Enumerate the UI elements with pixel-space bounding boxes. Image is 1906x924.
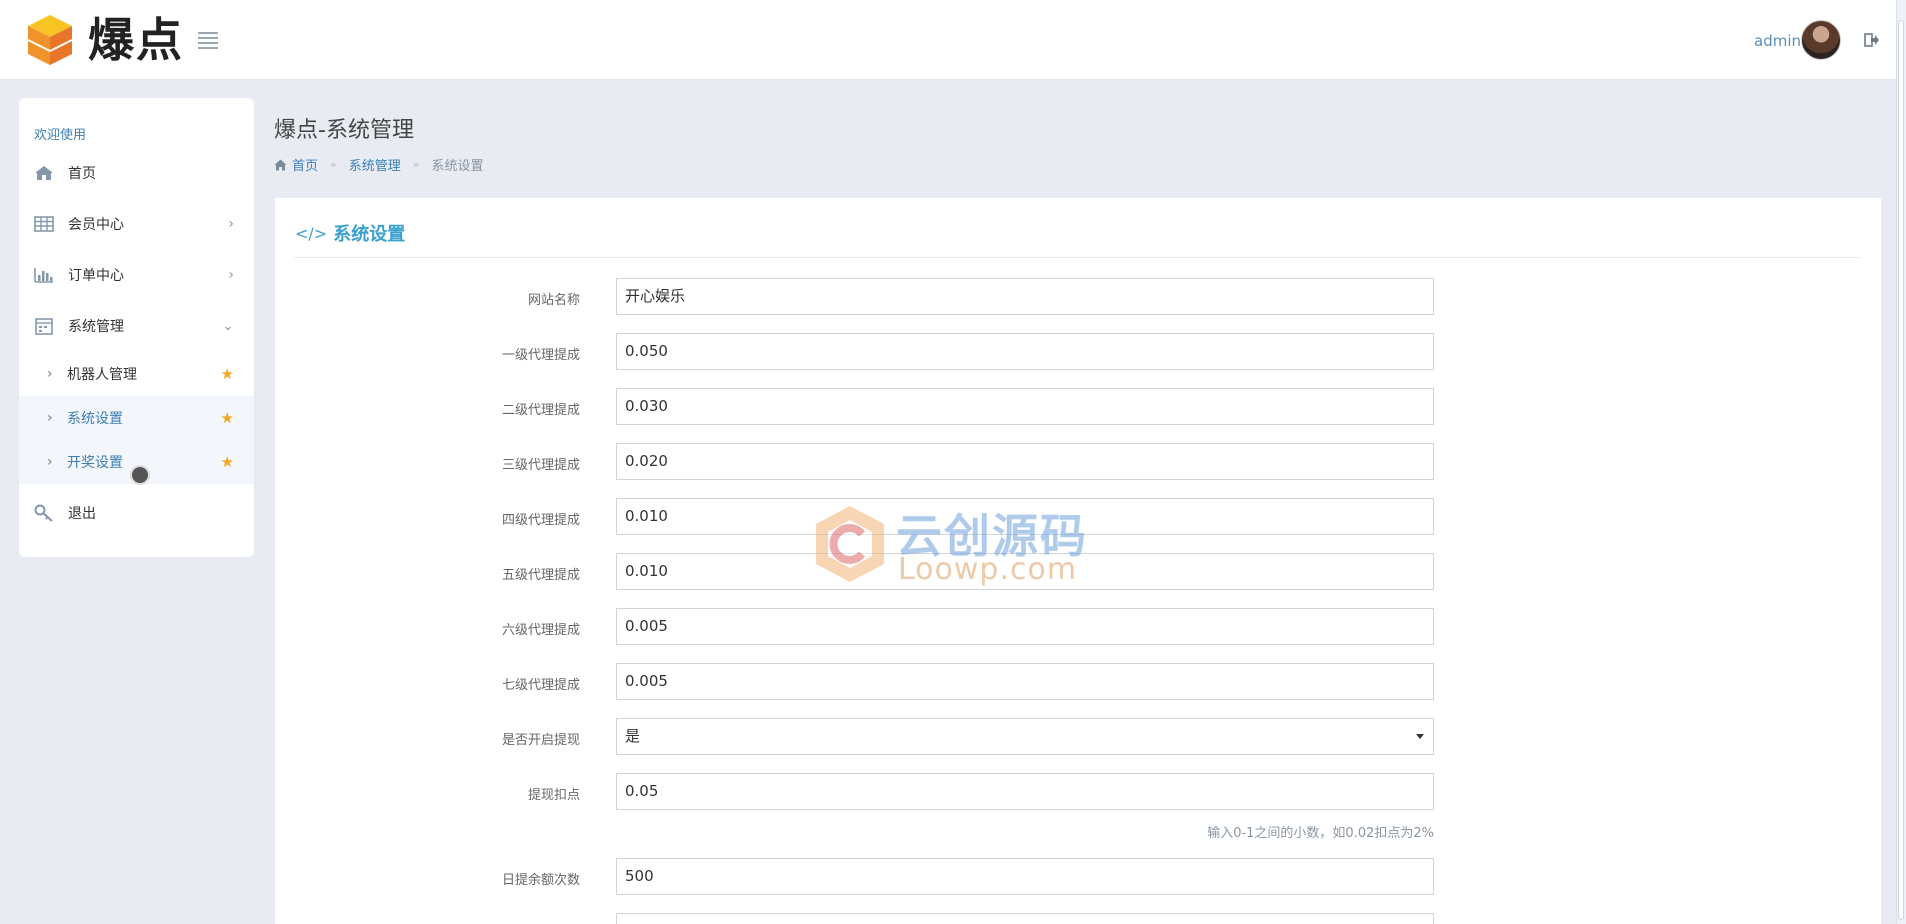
watermark: 云创源码 Loowp.com [812, 500, 1102, 590]
star-icon: ★ [220, 409, 234, 427]
star-icon: ★ [220, 365, 234, 383]
cube-logo-icon [27, 15, 73, 65]
withdraw-enabled-select[interactable]: 是 [616, 718, 1434, 755]
watermark-en: Loowp.com [898, 552, 1078, 587]
next-field-input[interactable] [616, 913, 1434, 924]
form-row-withdraw-enabled: 是否开启提现 是 [275, 718, 1875, 756]
form-row-level3: 三级代理提成 0.020 [275, 443, 1875, 481]
caret-down-icon [1416, 734, 1424, 739]
home-icon [34, 164, 54, 182]
form-row-level6: 六级代理提成 0.005 [275, 608, 1875, 646]
chevron-right-icon: › [228, 267, 234, 283]
page-scrollbar[interactable] [1896, 0, 1906, 924]
top-bar: 爆点 admin [0, 0, 1906, 80]
breadcrumb-home[interactable]: 首页 [292, 155, 318, 174]
panel-title-text: 系统设置 [333, 224, 406, 245]
sidebar-item-label: 首页 [68, 166, 96, 182]
sidebar-item-label: 系统管理 [68, 319, 124, 335]
sidebar: 欢迎使用 首页 会员中心 › 订单中心 › 系统管理 ⌄ › 机器人管理 ★ ›… [19, 98, 254, 557]
bar-chart-icon [34, 266, 54, 284]
daily-limit-input[interactable]: 500 [616, 858, 1434, 895]
code-icon: </> [295, 223, 328, 243]
mouse-cursor-icon [130, 465, 150, 485]
sidebar-item-label: 订单中心 [68, 268, 124, 284]
form-row-level1: 一级代理提成 0.050 [275, 333, 1875, 371]
field-label: 日提余额次数 [501, 873, 580, 888]
home-icon [274, 159, 287, 170]
sidebar-item-home[interactable]: 首页 [19, 151, 254, 195]
logout-icon[interactable] [1864, 33, 1880, 47]
site-name-input[interactable]: 开心娱乐 [616, 278, 1434, 315]
panel-title: </> 系统设置 [295, 220, 405, 246]
breadcrumb-separator: » [412, 158, 420, 171]
avatar[interactable] [1801, 20, 1841, 60]
chevron-right-icon: › [47, 366, 53, 382]
sidebar-item-label: 退出 [68, 506, 96, 522]
withdraw-fee-input[interactable]: 0.05 [616, 773, 1434, 810]
field-label: 提现扣点 [527, 788, 580, 803]
withdraw-fee-hint: 输入0-1之间的小数，如0.02扣点为2% [1207, 826, 1434, 841]
field-label: 三级代理提成 [501, 458, 580, 473]
sidebar-subitem-label: 系统设置 [67, 411, 123, 427]
breadcrumb-separator: » [330, 158, 337, 171]
level6-commission-input[interactable]: 0.005 [616, 608, 1434, 645]
sidebar-item-members[interactable]: 会员中心 › [19, 202, 254, 246]
sidebar-item-logout[interactable]: 退出 [19, 491, 254, 535]
sidebar-subitem-label: 机器人管理 [67, 367, 137, 383]
field-label: 是否开启提现 [501, 733, 580, 748]
field-label: 五级代理提成 [501, 568, 580, 583]
field-label: 网站名称 [527, 293, 580, 308]
form-row-level7: 七级代理提成 0.005 [275, 663, 1875, 701]
chevron-down-icon: ⌄ [222, 318, 234, 334]
level3-commission-input[interactable]: 0.020 [616, 443, 1434, 480]
level7-commission-input[interactable]: 0.005 [616, 663, 1434, 700]
level1-commission-input[interactable]: 0.050 [616, 333, 1434, 370]
sidebar-item-orders[interactable]: 订单中心 › [19, 253, 254, 297]
field-label: 一级代理提成 [501, 348, 580, 363]
chevron-right-icon: › [47, 410, 53, 426]
sidebar-subitem-robots[interactable]: › 机器人管理 ★ [19, 352, 254, 396]
form-row-withdraw-fee: 提现扣点 0.05 [275, 773, 1875, 811]
key-icon [34, 504, 54, 522]
scrollbar-thumb[interactable] [1898, 20, 1904, 920]
breadcrumb-current: 系统设置 [431, 159, 484, 174]
chevron-right-icon: › [228, 216, 234, 232]
sidebar-item-system[interactable]: 系统管理 ⌄ [19, 304, 254, 348]
table-icon [34, 215, 54, 233]
list-icon[interactable] [198, 32, 218, 49]
sidebar-item-label: 会员中心 [68, 217, 124, 233]
form-row-level2: 二级代理提成 0.030 [275, 388, 1875, 426]
field-label: 四级代理提成 [501, 513, 580, 528]
star-icon: ★ [220, 453, 234, 471]
level2-commission-input[interactable]: 0.030 [616, 388, 1434, 425]
brand-name: 爆点 [88, 13, 184, 67]
form-row-site-name: 网站名称 开心娱乐 [275, 278, 1875, 316]
chevron-right-icon: › [47, 454, 53, 470]
sidebar-welcome: 欢迎使用 [34, 128, 87, 143]
calendar-icon [34, 317, 54, 335]
sidebar-subitem-settings[interactable]: › 系统设置 ★ [19, 396, 254, 440]
field-label: 二级代理提成 [501, 403, 580, 418]
divider [294, 257, 1862, 258]
breadcrumb-section[interactable]: 系统管理 [349, 155, 401, 174]
sidebar-subitem-label: 开奖设置 [67, 455, 123, 471]
page-title: 爆点-系统管理 [274, 118, 414, 143]
breadcrumb: 首页 » 系统管理 » 系统设置 [274, 155, 484, 174]
field-label: 七级代理提成 [501, 678, 580, 693]
watermark-logo-icon [816, 506, 884, 582]
form-row-next [275, 913, 1875, 924]
admin-name[interactable]: admin [1754, 32, 1801, 50]
field-label: 六级代理提成 [501, 623, 580, 638]
form-row-daily-limit: 日提余额次数 500 [275, 858, 1875, 896]
